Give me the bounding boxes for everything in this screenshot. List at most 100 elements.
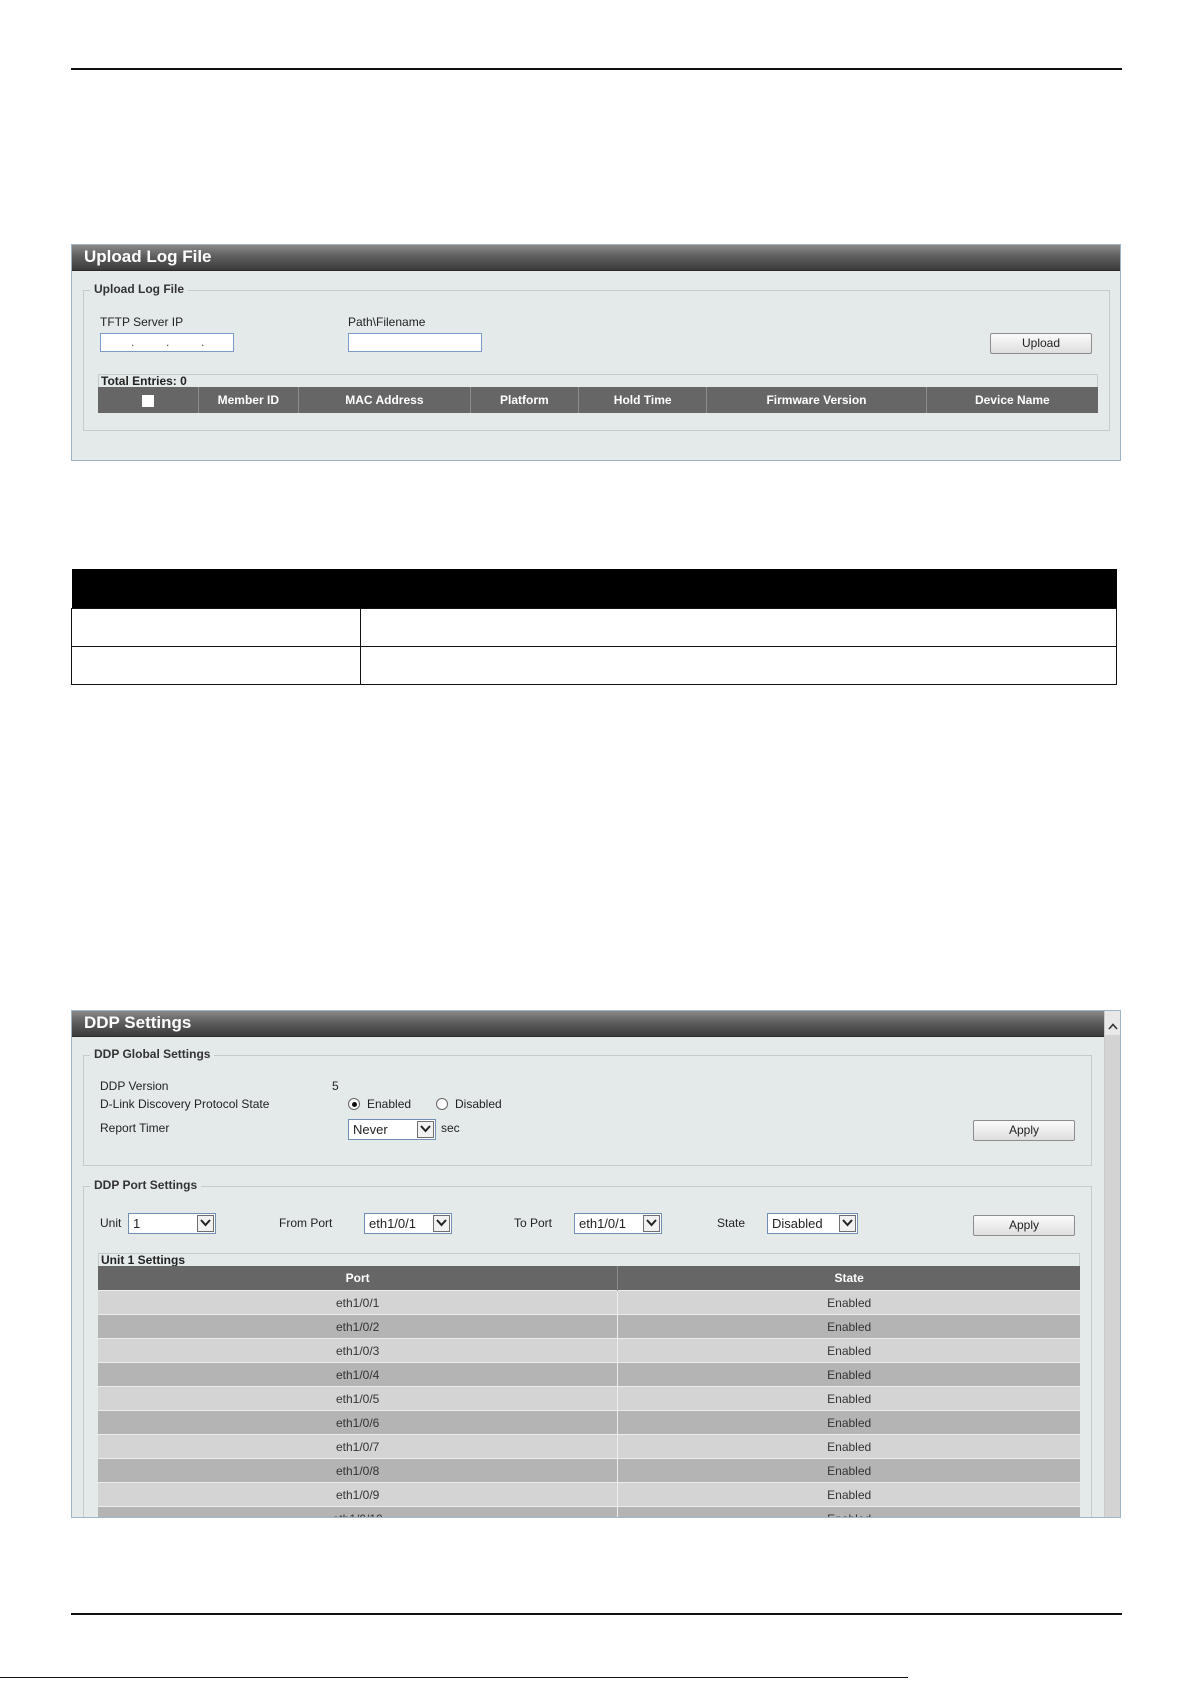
header-cell: [71, 569, 361, 609]
fieldset-legend: DDP Global Settings: [90, 1047, 215, 1061]
unit-settings-bar: Unit 1 Settings: [98, 1253, 1080, 1267]
chevron-down-icon: [839, 1215, 856, 1232]
table-row: eth1/0/7 Enabled: [98, 1434, 1080, 1459]
port-cell: eth1/0/10: [98, 1506, 619, 1517]
select-all-checkbox-cell: [98, 387, 199, 413]
state-cell: Enabled: [617, 1434, 1080, 1459]
state-cell: Enabled: [617, 1482, 1080, 1507]
disabled-radio[interactable]: [436, 1098, 448, 1110]
table-cell: [71, 646, 361, 685]
port-cell: eth1/0/8: [98, 1458, 619, 1483]
port-state-table: Port State eth1/0/1 Enabled eth1/0/2 Enable…: [98, 1266, 1080, 1517]
column-header: Member ID: [198, 387, 300, 413]
port-apply-button[interactable]: Apply: [973, 1215, 1075, 1236]
port-cell: eth1/0/3: [98, 1338, 619, 1363]
to-port-label: To Port: [514, 1216, 553, 1230]
table-row: eth1/0/2 Enabled: [98, 1314, 1080, 1339]
state-cell: Enabled: [617, 1290, 1080, 1315]
chevron-down-icon: [643, 1215, 660, 1232]
port-cell: eth1/0/7: [98, 1434, 619, 1459]
vertical-scrollbar[interactable]: [1104, 1011, 1120, 1517]
table-row: eth1/0/8 Enabled: [98, 1458, 1080, 1483]
state-cell: Enabled: [617, 1362, 1080, 1387]
port-cell: eth1/0/9: [98, 1482, 619, 1507]
disabled-radio-label: Disabled: [455, 1097, 502, 1111]
global-apply-button[interactable]: Apply: [973, 1120, 1075, 1141]
ddp-global-settings-fieldset: DDP Global Settings DDP Version 5 D-Link…: [83, 1047, 1092, 1166]
table-cell: [360, 608, 1117, 647]
chevron-down-icon: [417, 1121, 434, 1138]
state-cell: Enabled: [617, 1458, 1080, 1483]
footnote-rule: [0, 1677, 908, 1678]
chevron-down-icon: [433, 1215, 450, 1232]
chevron-down-icon: [197, 1215, 214, 1232]
state-cell: Enabled: [617, 1410, 1080, 1435]
port-cell: eth1/0/2: [98, 1314, 619, 1339]
table-row: eth1/0/10Enabled: [98, 1506, 1080, 1517]
member-table-header-row: Member ID MAC Address Platform Hold Time…: [98, 387, 1098, 413]
table-cell: [360, 646, 1117, 685]
port-cell: eth1/0/1: [98, 1290, 619, 1315]
column-header: Port: [98, 1266, 619, 1291]
page-header-rule: [71, 68, 1122, 70]
to-port-select[interactable]: eth1/0/1: [574, 1213, 662, 1234]
state-cell: Enabled: [617, 1338, 1080, 1363]
table-row: [71, 608, 1117, 647]
select-all-checkbox[interactable]: [141, 394, 154, 407]
total-entries-bar: Total Entries: 0: [98, 374, 1098, 388]
table-row: [71, 646, 1117, 685]
port-cell: eth1/0/5: [98, 1386, 619, 1411]
fieldset-legend: Upload Log File: [90, 282, 188, 296]
panel-title: DDP Settings: [72, 1011, 1104, 1037]
scrollbar-track[interactable]: [1105, 1035, 1120, 1517]
unit-select[interactable]: 1: [128, 1213, 216, 1234]
ddp-settings-panel: DDP Settings DDP Global Settings DDP Ver…: [71, 1010, 1121, 1518]
unit-label: Unit: [100, 1216, 122, 1230]
port-table-header-row: Port State: [98, 1266, 1080, 1291]
from-port-label: From Port: [279, 1216, 333, 1230]
ddp-version-value: 5: [332, 1079, 339, 1093]
report-timer-label: Report Timer: [100, 1121, 170, 1135]
port-cell: eth1/0/4: [98, 1362, 619, 1387]
upload-log-file-panel: Upload Log File Upload Log File TFTP Ser…: [71, 244, 1121, 461]
unit-settings-title: Unit 1 Settings: [101, 1253, 186, 1267]
state-cell: Enabled: [617, 1314, 1080, 1339]
from-port-select[interactable]: eth1/0/1: [364, 1213, 452, 1234]
tftp-server-ip-input[interactable]: . . .: [100, 333, 234, 352]
column-header: State: [617, 1266, 1080, 1291]
parameter-description-table: [71, 569, 1117, 685]
table-row: eth1/0/6 Enabled: [98, 1410, 1080, 1435]
ddp-state-label: D-Link Discovery Protocol State: [100, 1097, 270, 1111]
scroll-up-icon[interactable]: [1108, 1017, 1118, 1035]
state-select[interactable]: Disabled: [767, 1213, 858, 1234]
fieldset-legend: DDP Port Settings: [90, 1178, 202, 1192]
report-timer-unit: sec: [441, 1121, 460, 1135]
column-header: Platform: [470, 387, 580, 413]
table-row: eth1/0/4 Enabled: [98, 1362, 1080, 1387]
upload-log-fieldset: Upload Log File TFTP Server IP . . . Pat…: [83, 282, 1110, 431]
table-row: eth1/0/3 Enabled: [98, 1338, 1080, 1363]
table-row: eth1/0/1 Enabled: [98, 1290, 1080, 1315]
ddp-version-label: DDP Version: [100, 1079, 169, 1093]
column-header: Hold Time: [578, 387, 708, 413]
port-cell: eth1/0/6: [98, 1410, 619, 1435]
state-label: State: [717, 1216, 746, 1230]
ddp-port-settings-fieldset: DDP Port Settings Unit 1 From Port eth1/…: [83, 1178, 1092, 1517]
member-table: Member ID MAC Address Platform Hold Time…: [98, 387, 1098, 413]
upload-button[interactable]: Upload: [990, 333, 1092, 354]
tftp-server-ip-label: TFTP Server IP: [100, 315, 184, 329]
path-filename-input[interactable]: [348, 333, 482, 352]
column-header: Device Name: [926, 387, 1098, 413]
enabled-radio[interactable]: [348, 1098, 360, 1110]
column-header: MAC Address: [298, 387, 471, 413]
table-cell: [71, 608, 361, 647]
page-footer-rule: [71, 1613, 1122, 1615]
table-row: eth1/0/5 Enabled: [98, 1386, 1080, 1411]
report-timer-select[interactable]: Never: [348, 1119, 436, 1140]
state-cell: Enabled: [617, 1386, 1080, 1411]
enabled-radio-label: Enabled: [367, 1097, 412, 1111]
header-cell: [360, 569, 1117, 609]
panel-title: Upload Log File: [72, 245, 1120, 271]
table-header-row: [71, 569, 1117, 609]
table-row: eth1/0/9 Enabled: [98, 1482, 1080, 1507]
